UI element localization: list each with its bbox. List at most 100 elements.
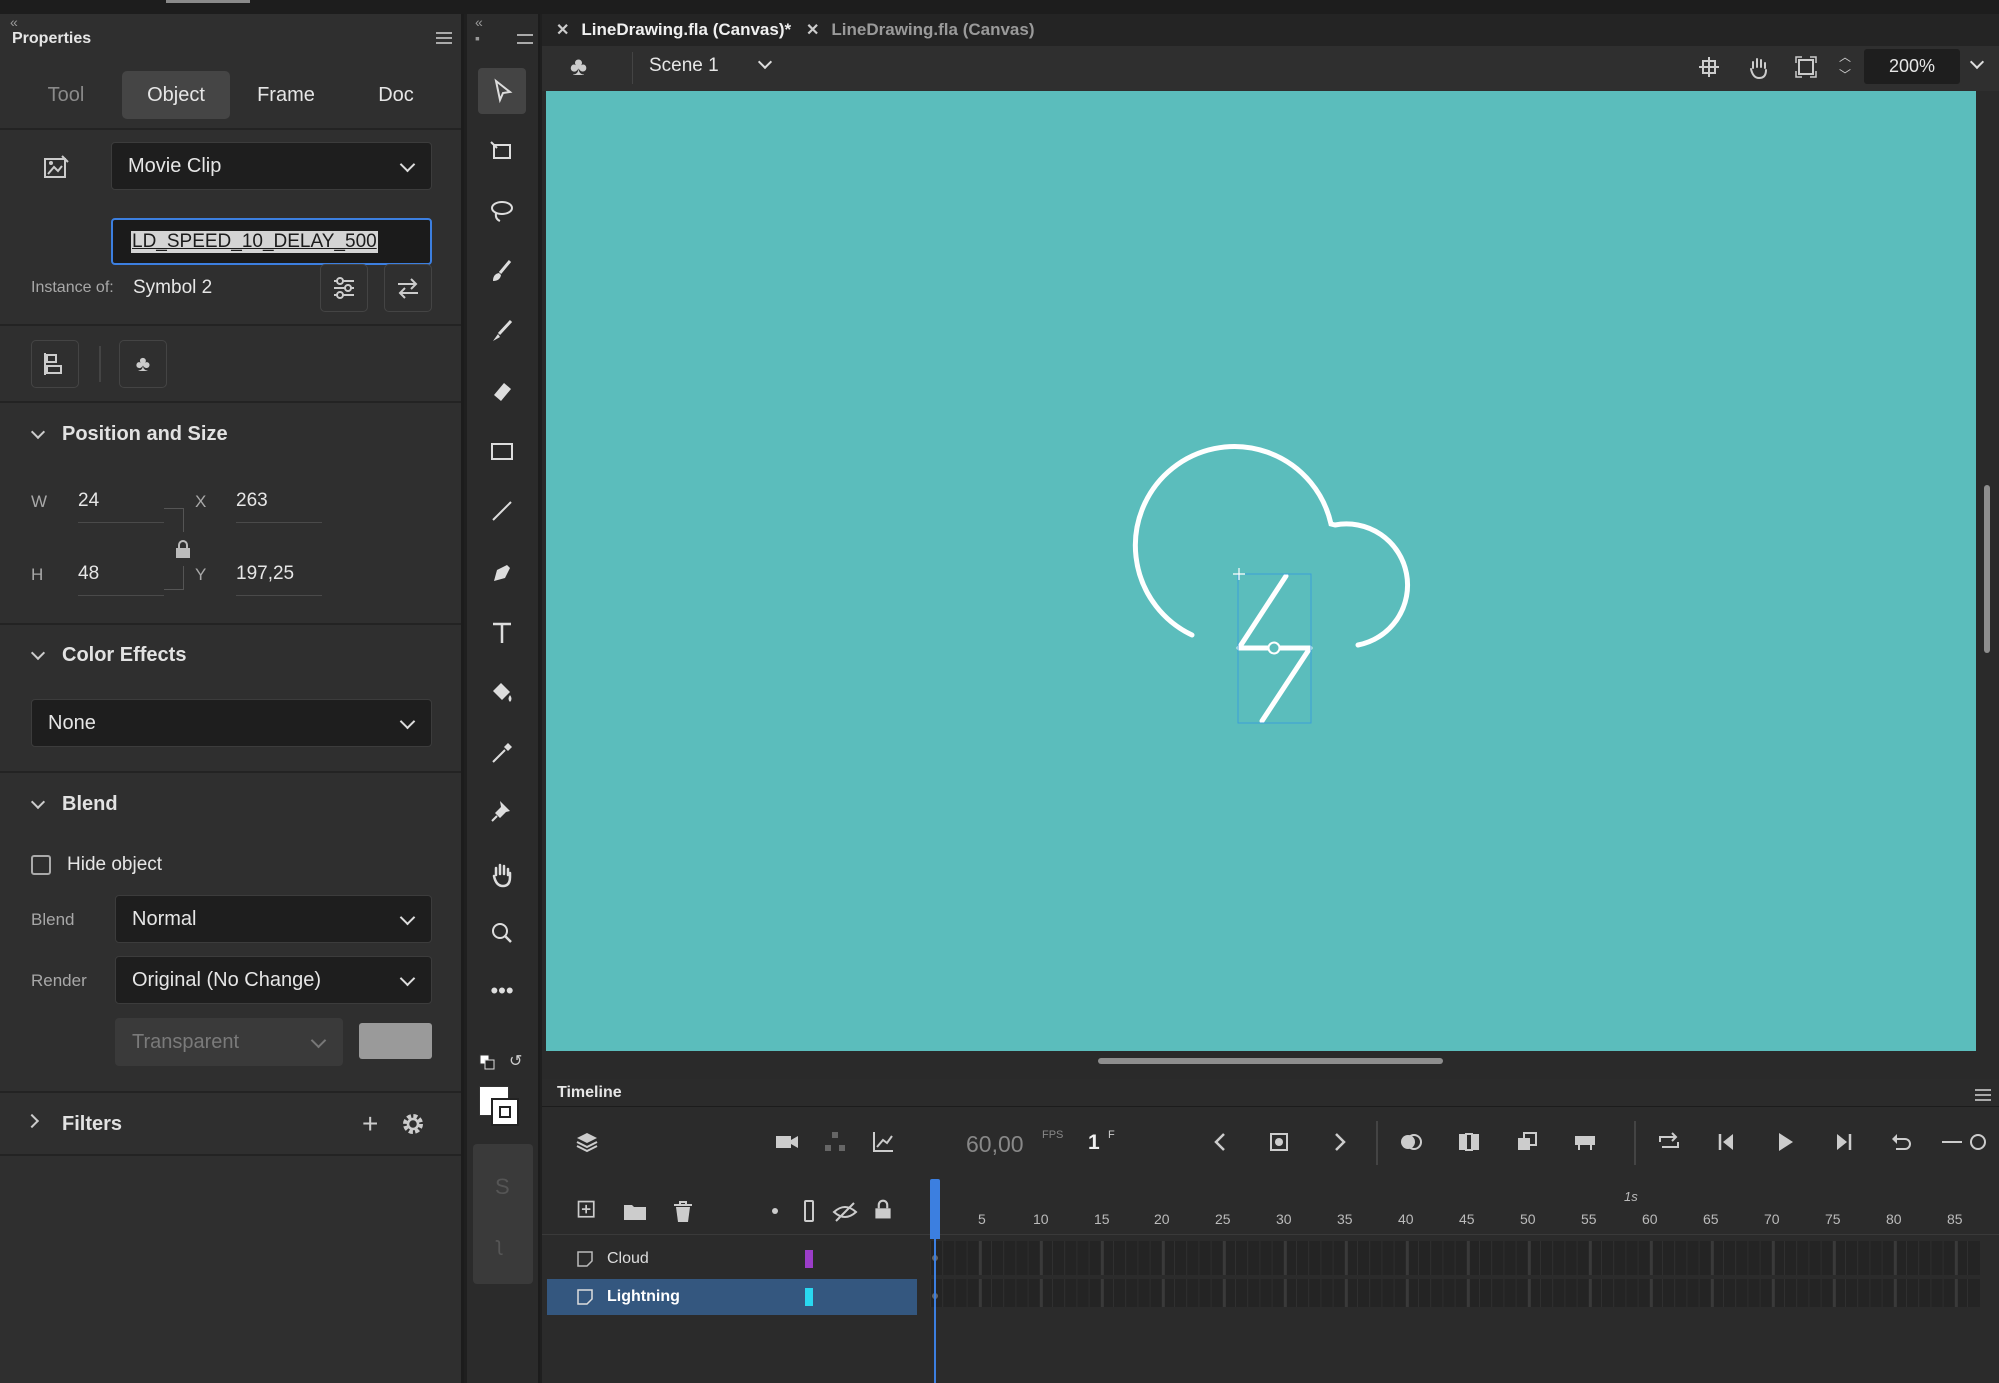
- filters-title[interactable]: Filters: [62, 1113, 122, 1136]
- timeline-menu-icon[interactable]: [1975, 1089, 1991, 1101]
- edit-multiple-frames-icon[interactable]: [1456, 1129, 1482, 1155]
- zoom-tool[interactable]: [478, 910, 526, 956]
- document-tab[interactable]: ✕ LineDrawing.fla (Canvas): [806, 14, 1035, 46]
- more-tools-button[interactable]: •••: [478, 968, 526, 1014]
- new-layer-icon[interactable]: [576, 1199, 598, 1221]
- color-effect-select[interactable]: None: [31, 699, 432, 747]
- toolbox-menu-icon[interactable]: [517, 34, 533, 44]
- hide-object-checkbox[interactable]: [31, 855, 51, 875]
- hand-tool[interactable]: [478, 852, 526, 898]
- line-tool[interactable]: [478, 488, 526, 534]
- default-colors-icon[interactable]: [479, 1054, 495, 1070]
- swap-symbol-button[interactable]: [384, 264, 432, 312]
- visibility-icon[interactable]: [832, 1199, 858, 1225]
- chevron-right-icon[interactable]: [24, 1113, 40, 1129]
- chevron-down-icon[interactable]: [30, 645, 46, 661]
- add-filter-icon[interactable]: +: [362, 1110, 378, 1138]
- layer-row-cloud[interactable]: Cloud: [547, 1241, 917, 1277]
- lasso-tool[interactable]: [478, 188, 526, 234]
- current-frame[interactable]: 1: [1088, 1131, 1100, 1155]
- text-tool[interactable]: [478, 610, 526, 656]
- zoom-slider-track[interactable]: [1942, 1141, 1962, 1143]
- eraser-tool[interactable]: [478, 368, 526, 414]
- tab-object[interactable]: Object: [122, 71, 230, 119]
- selection-tool[interactable]: [478, 68, 526, 114]
- layer-color-swatch[interactable]: [805, 1250, 813, 1268]
- frame-ruler[interactable]: 1s 5 10 15 20 25 30 35 40 45 50 55 60 65…: [930, 1189, 1999, 1235]
- zoom-slider-handle[interactable]: [1970, 1134, 1986, 1150]
- close-icon[interactable]: ✕: [806, 20, 819, 40]
- clip-canvas-icon[interactable]: [1794, 55, 1818, 79]
- fill-color-swatch[interactable]: [491, 1098, 519, 1126]
- tab-frame[interactable]: Frame: [232, 71, 340, 119]
- x-input[interactable]: 263: [236, 490, 268, 512]
- document-tab-active[interactable]: ✕ LineDrawing.fla (Canvas)*: [556, 14, 791, 46]
- insert-frame-icon[interactable]: [1572, 1129, 1598, 1155]
- instance-name-input[interactable]: LD_SPEED_10_DELAY_500: [111, 218, 432, 265]
- tab-doc[interactable]: Doc: [342, 71, 450, 119]
- eyedropper-tool[interactable]: [478, 730, 526, 776]
- onion-skin-icon[interactable]: [1398, 1129, 1424, 1155]
- fps-value[interactable]: 60,00: [966, 1131, 1024, 1158]
- height-input[interactable]: 48: [78, 563, 99, 585]
- render-select[interactable]: Original (No Change): [115, 956, 432, 1004]
- play-icon[interactable]: [1772, 1129, 1798, 1155]
- panel-menu-icon[interactable]: [436, 32, 452, 44]
- zoom-stepper[interactable]: ︿ ﹀: [1839, 48, 1851, 84]
- insert-keyframe-icon[interactable]: [1266, 1129, 1292, 1155]
- previous-keyframe-icon[interactable]: [1208, 1129, 1234, 1155]
- collapse-panel-icon[interactable]: «: [10, 14, 18, 30]
- step-forward-icon[interactable]: [1830, 1129, 1856, 1155]
- graph-icon[interactable]: [870, 1129, 896, 1155]
- rotate-hand-icon[interactable]: [1745, 54, 1771, 80]
- rectangle-tool[interactable]: [478, 428, 526, 474]
- highlight-layer-icon[interactable]: [772, 1208, 778, 1214]
- paint-brush-tool[interactable]: [478, 248, 526, 294]
- pen-tool[interactable]: [478, 550, 526, 596]
- undo-icon[interactable]: [1888, 1129, 1914, 1155]
- swap-colors-icon[interactable]: ↺: [509, 1054, 527, 1070]
- snap-icon[interactable]: [1697, 55, 1721, 79]
- pin-tool[interactable]: [478, 788, 526, 834]
- cloud-lightning-drawing[interactable]: [546, 91, 1976, 1051]
- zoom-input[interactable]: 200%: [1864, 49, 1960, 84]
- loop-icon[interactable]: [1656, 1129, 1682, 1155]
- horizontal-scrollbar[interactable]: [1098, 1058, 1443, 1064]
- tab-tool[interactable]: Tool: [12, 71, 120, 119]
- next-keyframe-icon[interactable]: [1326, 1129, 1352, 1155]
- chevron-down-icon[interactable]: [30, 424, 46, 440]
- blend-select[interactable]: Normal: [115, 895, 432, 943]
- close-icon[interactable]: ✕: [556, 20, 569, 40]
- gear-icon[interactable]: [400, 1111, 426, 1137]
- stage-canvas[interactable]: [546, 91, 1976, 1051]
- frames-grid[interactable]: [930, 1237, 1980, 1313]
- layer-color-swatch[interactable]: [805, 1288, 813, 1306]
- align-button[interactable]: [31, 340, 79, 388]
- camera-icon[interactable]: [774, 1129, 800, 1155]
- lock-icon[interactable]: [175, 540, 191, 558]
- edit-symbol-button[interactable]: ♣: [119, 340, 167, 388]
- lock-icon[interactable]: [872, 1199, 894, 1221]
- edit-symbols-icon[interactable]: ♣: [570, 51, 587, 82]
- color-effects-title[interactable]: Color Effects: [62, 644, 186, 667]
- chevron-down-icon[interactable]: [30, 794, 46, 810]
- position-size-title[interactable]: Position and Size: [62, 423, 228, 446]
- new-folder-icon[interactable]: [622, 1199, 648, 1225]
- frames-svg[interactable]: [930, 1237, 1980, 1313]
- layers-icon[interactable]: [574, 1129, 600, 1155]
- convert-frames-icon[interactable]: [1514, 1129, 1540, 1155]
- scene-name[interactable]: Scene 1: [649, 55, 719, 77]
- free-transform-tool[interactable]: [478, 128, 526, 174]
- paint-bucket-tool[interactable]: [478, 670, 526, 716]
- chevron-down-icon[interactable]: [1969, 54, 1985, 70]
- vertical-scrollbar[interactable]: [1984, 485, 1990, 653]
- blend-title[interactable]: Blend: [62, 793, 118, 816]
- chevron-down-icon[interactable]: [757, 54, 773, 70]
- brush-tool[interactable]: [478, 308, 526, 354]
- delete-icon[interactable]: [670, 1199, 696, 1225]
- expand-icon[interactable]: «: [475, 14, 483, 30]
- width-input[interactable]: 24: [78, 490, 99, 512]
- symbol-properties-button[interactable]: [320, 264, 368, 312]
- step-back-icon[interactable]: [1714, 1129, 1740, 1155]
- symbol-type-select[interactable]: Movie Clip: [111, 142, 432, 190]
